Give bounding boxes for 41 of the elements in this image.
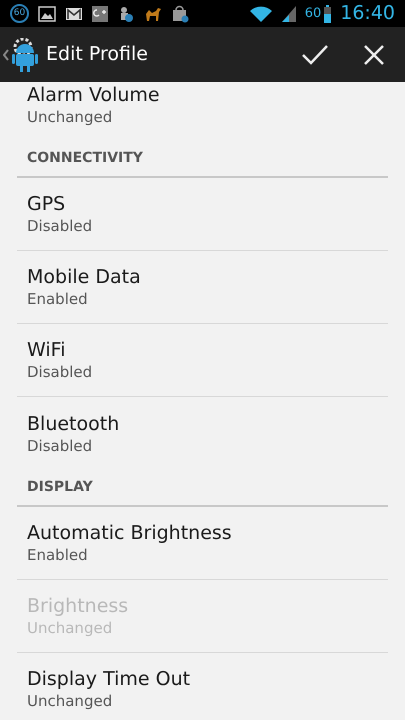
preference-summary: Enabled	[27, 289, 89, 309]
preference-item[interactable]: WiFi Disabled	[17, 324, 388, 397]
preference-title: WiFi	[27, 338, 66, 362]
preference-summary: Unchanged	[27, 691, 114, 711]
preference-item[interactable]: Bluetooth Disabled	[17, 397, 388, 470]
plus-icon	[92, 6, 108, 22]
preference-title: Alarm Volume	[27, 82, 161, 106]
back-caret-icon	[3, 48, 9, 60]
robot-gear-icon	[11, 38, 39, 72]
preference-title: Mobile Data	[27, 265, 142, 289]
notification-badge: 60	[10, 4, 29, 23]
camel-icon	[144, 6, 162, 22]
preference-item[interactable]: Alarm Volume Unchanged	[17, 82, 388, 141]
mail-icon	[65, 6, 83, 20]
section-header: CONNECTIVITY	[27, 149, 143, 168]
preference-title: GPS	[27, 192, 66, 216]
preference-title: Display Time Out	[27, 667, 192, 691]
preference-summary: Disabled	[27, 216, 94, 236]
preference-summary: Unchanged	[27, 618, 114, 638]
preference-summary: Disabled	[27, 436, 94, 456]
clock: 16:40	[340, 4, 395, 23]
preference-item[interactable]: GPS Disabled	[17, 178, 388, 251]
bag-icon	[171, 4, 189, 22]
section-header: DISPLAY	[27, 478, 93, 497]
preference-title: Bluetooth	[27, 412, 120, 436]
preference-item[interactable]: Automatic Brightness Enabled	[17, 507, 388, 580]
preference-title: Automatic Brightness	[27, 521, 233, 545]
preference-summary: Enabled	[27, 545, 89, 565]
screen-title: Edit Profile	[46, 42, 149, 68]
preference-title: Brightness	[27, 594, 130, 618]
preference-item[interactable]: Mobile Data Enabled	[17, 251, 388, 324]
image-icon	[38, 6, 56, 22]
battery-icon	[324, 4, 332, 22]
preference-summary: Disabled	[27, 362, 94, 382]
preference-summary: Unchanged	[27, 106, 114, 126]
wifi-icon	[248, 4, 273, 22]
checkmark-icon	[301, 44, 329, 66]
signal-icon	[282, 6, 296, 22]
close-icon	[363, 44, 385, 66]
battery-percentage: 60	[304, 7, 322, 20]
preference-item[interactable]: Display Time Out Unchanged	[17, 653, 388, 720]
